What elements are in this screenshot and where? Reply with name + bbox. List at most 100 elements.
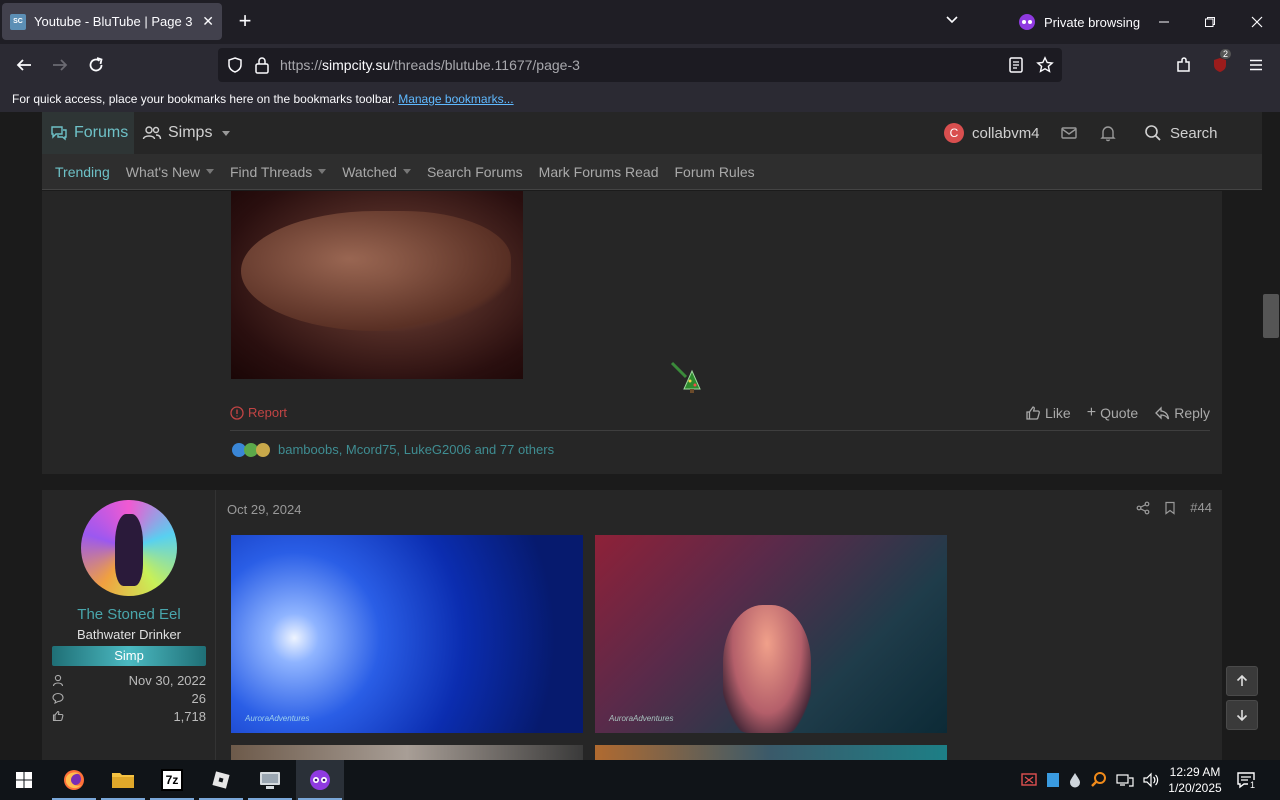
browser-tab[interactable]: SC Youtube - BluTube | Page 3 | Sir ✕ bbox=[2, 3, 222, 40]
post-image[interactable] bbox=[595, 745, 947, 760]
taskbar-clock[interactable]: 12:29 AM 1/20/2025 bbox=[1166, 764, 1224, 796]
forum-header: Forums Simps C collabvm4 Search bbox=[42, 112, 1262, 154]
taskbar-7zip[interactable]: 7z bbox=[148, 760, 196, 800]
quote-button[interactable]: + Quote bbox=[1087, 404, 1138, 422]
security-tray-icon[interactable] bbox=[1020, 771, 1038, 789]
nav-forums-tab[interactable]: Forums bbox=[42, 112, 134, 154]
reactions-stat: 1,718 bbox=[52, 707, 206, 725]
folder-icon bbox=[112, 773, 134, 788]
post: The Stoned Eel Bathwater Drinker Simp No… bbox=[42, 490, 1222, 760]
close-window-button[interactable] bbox=[1245, 10, 1269, 34]
subnav-search-forums[interactable]: Search Forums bbox=[427, 164, 523, 180]
taskbar-file-explorer[interactable] bbox=[99, 760, 147, 800]
share-icon[interactable] bbox=[1136, 501, 1150, 515]
subnav-forum-rules[interactable]: Forum Rules bbox=[674, 164, 754, 180]
thumbs-up-icon bbox=[52, 710, 64, 722]
subnav-label: Mark Forums Read bbox=[538, 163, 659, 180]
roblox-icon bbox=[212, 771, 230, 789]
subnav-whats-new[interactable]: What's New bbox=[126, 164, 214, 180]
reactions-bar[interactable]: bamboobs, Mcord75, LukeG2006 and 77 othe… bbox=[232, 442, 554, 457]
scroll-to-bottom-button[interactable] bbox=[1226, 700, 1258, 730]
alerts-bell-icon[interactable] bbox=[1100, 124, 1116, 142]
ublock-extension-icon[interactable]: 2 bbox=[1208, 49, 1232, 77]
new-tab-button[interactable]: + bbox=[234, 10, 256, 32]
image-figure bbox=[241, 211, 511, 331]
subnav-label: Trending bbox=[55, 163, 110, 180]
page-viewport: Forums Simps C collabvm4 Search Trending… bbox=[0, 112, 1262, 760]
account-link[interactable]: C collabvm4 bbox=[944, 112, 1040, 154]
water-drop-icon[interactable] bbox=[1068, 772, 1082, 788]
app-tray-icon[interactable] bbox=[1046, 772, 1060, 788]
post-author-sidebar: The Stoned Eel Bathwater Drinker Simp No… bbox=[42, 490, 216, 760]
simps-dropdown-caret-icon[interactable] bbox=[222, 130, 231, 136]
post-image[interactable]: AuroraAdventures bbox=[595, 535, 947, 733]
tab-close-icon[interactable]: ✕ bbox=[202, 13, 214, 30]
subnav-mark-forums-read[interactable]: Mark Forums Read bbox=[539, 164, 659, 180]
bookmark-icon[interactable] bbox=[1164, 501, 1176, 515]
report-link[interactable]: Report bbox=[230, 405, 287, 420]
start-button[interactable] bbox=[0, 760, 48, 800]
chevron-down-icon[interactable] bbox=[402, 169, 411, 174]
scrollbar-thumb[interactable] bbox=[1263, 294, 1279, 338]
forward-button[interactable] bbox=[48, 53, 72, 77]
bookmark-star-icon[interactable] bbox=[1036, 56, 1054, 74]
site-favicon-icon: SC bbox=[10, 13, 26, 30]
firefox-icon bbox=[64, 770, 84, 790]
joined-stat: Nov 30, 2022 bbox=[52, 671, 206, 689]
subnav-watched[interactable]: Watched bbox=[342, 164, 411, 180]
post-image[interactable] bbox=[231, 745, 583, 760]
reload-button[interactable] bbox=[84, 53, 108, 77]
subnav-trending[interactable]: Trending bbox=[55, 164, 110, 180]
inbox-envelope-icon[interactable] bbox=[1060, 125, 1078, 141]
author-avatar[interactable] bbox=[81, 500, 177, 596]
message-bubble-icon bbox=[52, 692, 64, 704]
tab-title: Youtube - BluTube | Page 3 | Sir bbox=[34, 14, 194, 29]
post-date[interactable]: Oct 29, 2024 bbox=[227, 502, 301, 517]
lock-icon[interactable] bbox=[254, 56, 270, 74]
taskbar-firefox[interactable] bbox=[50, 760, 98, 800]
url-bar[interactable]: https://simpcity.su/threads/blutube.1167… bbox=[218, 48, 1062, 82]
author-username[interactable]: The Stoned Eel bbox=[42, 606, 216, 623]
post-number[interactable]: #44 bbox=[1190, 500, 1212, 515]
image-watermark: AuroraAdventures bbox=[609, 714, 674, 723]
reader-view-icon[interactable] bbox=[1008, 56, 1024, 74]
taskbar-roblox[interactable] bbox=[197, 760, 245, 800]
tab-list-chevron-icon[interactable] bbox=[944, 12, 960, 28]
notification-center-button[interactable]: 1 bbox=[1236, 770, 1258, 790]
chevron-down-icon[interactable] bbox=[318, 169, 327, 174]
url-domain: simpcity.su bbox=[322, 57, 391, 73]
minimize-window-button[interactable] bbox=[1152, 10, 1176, 34]
reply-button[interactable]: Reply bbox=[1154, 404, 1210, 422]
network-icon[interactable] bbox=[1116, 772, 1134, 788]
subnav-find-threads[interactable]: Find Threads bbox=[230, 164, 327, 180]
taskbar-private-firefox[interactable] bbox=[296, 760, 344, 800]
post-image[interactable]: AuroraAdventures bbox=[231, 535, 583, 733]
menu-hamburger-icon[interactable] bbox=[1244, 53, 1268, 77]
taskbar-network-app[interactable] bbox=[246, 760, 294, 800]
post-image[interactable] bbox=[231, 191, 523, 379]
arrow-down-icon bbox=[1236, 710, 1248, 722]
page-scrollbar[interactable] bbox=[1262, 112, 1280, 760]
private-browsing-label: Private browsing bbox=[1044, 14, 1141, 30]
tracking-shield-icon[interactable] bbox=[226, 56, 244, 74]
chevron-down-icon[interactable] bbox=[206, 169, 214, 174]
thumbs-up-icon bbox=[1026, 406, 1040, 420]
extensions-icon[interactable] bbox=[1172, 53, 1196, 77]
report-warning-icon bbox=[230, 405, 244, 420]
back-button[interactable] bbox=[12, 53, 36, 77]
nav-simps-tab[interactable]: Simps bbox=[142, 112, 231, 154]
reactions-users[interactable]: bamboobs, Mcord75, LukeG2006 and 77 othe… bbox=[278, 442, 554, 457]
like-button[interactable]: Like bbox=[1025, 404, 1071, 422]
search-nav-label: Search bbox=[1170, 124, 1218, 142]
system-tray bbox=[1020, 760, 1160, 800]
url-path: /threads/blutube.11677/page-3 bbox=[390, 57, 580, 73]
restore-window-button[interactable] bbox=[1198, 10, 1222, 34]
scroll-to-top-button[interactable] bbox=[1226, 666, 1258, 696]
private-mask-icon bbox=[1019, 14, 1035, 30]
manage-bookmarks-link[interactable]: Manage bookmarks... bbox=[398, 92, 513, 106]
magnifier-tray-icon[interactable] bbox=[1090, 771, 1108, 789]
volume-icon[interactable] bbox=[1142, 772, 1160, 788]
search-nav-button[interactable]: Search bbox=[1144, 112, 1218, 154]
url-text[interactable]: https://simpcity.su/threads/blutube.1167… bbox=[280, 57, 580, 73]
joined-date: Nov 30, 2022 bbox=[128, 672, 206, 688]
